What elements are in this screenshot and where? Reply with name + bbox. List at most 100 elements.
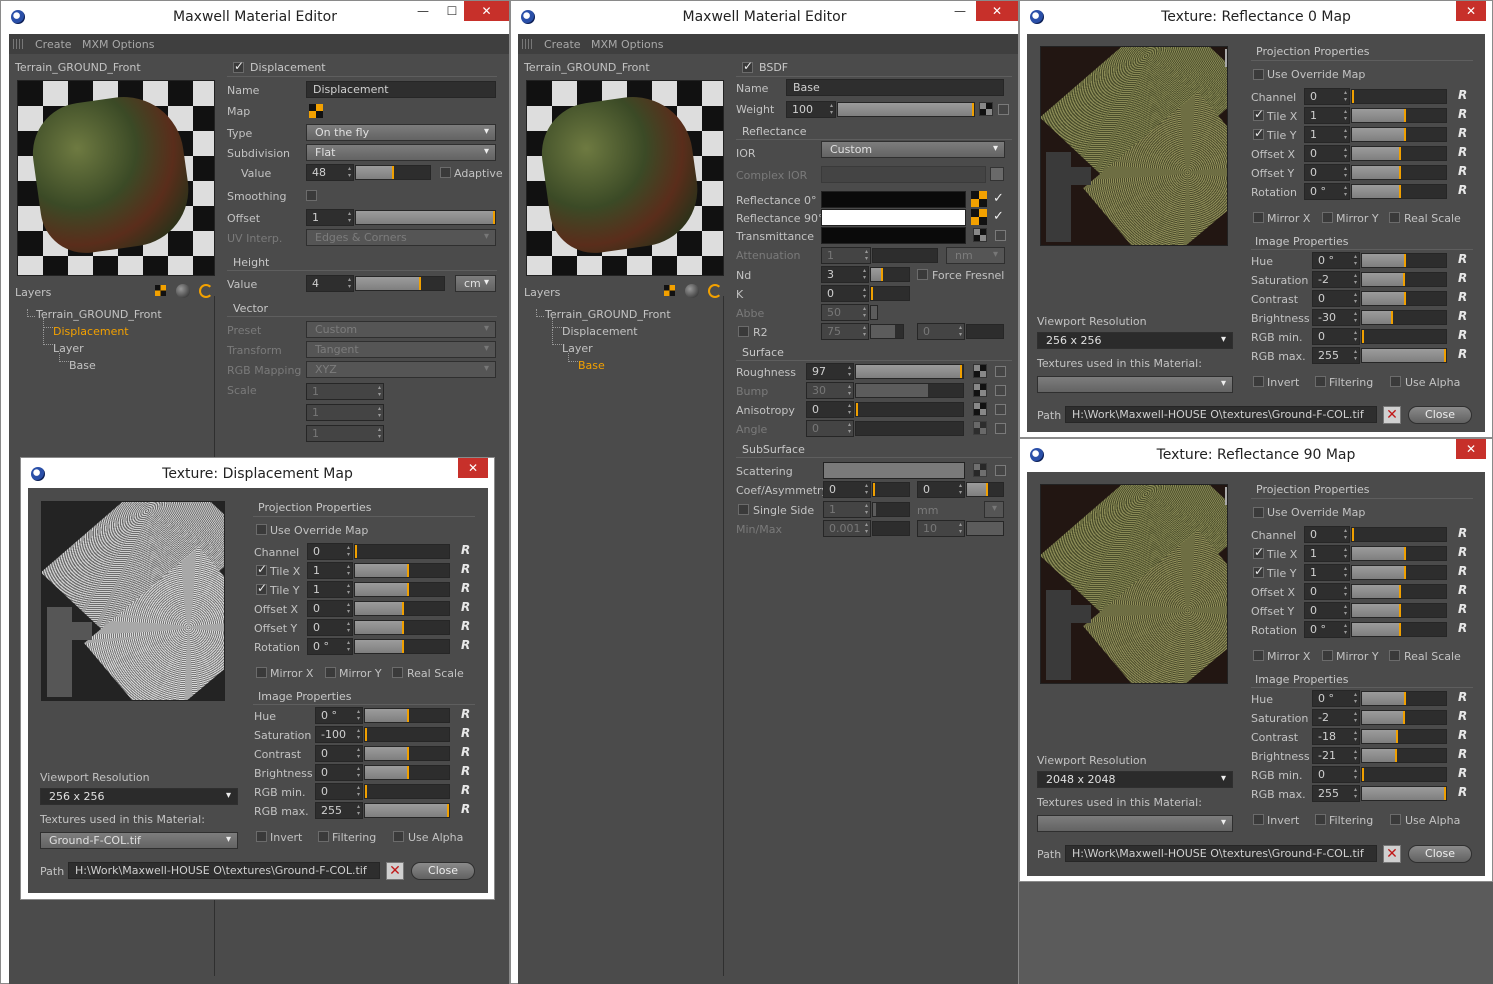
scattering-texture-button[interactable] [973,463,987,477]
height-unit-dropdown[interactable]: cm [455,275,496,292]
real-scale-checkbox[interactable] [392,667,403,678]
offset-slider[interactable] [355,210,496,225]
offset-x-spinner[interactable]: 0 [1304,145,1350,162]
mirror-y-checkbox[interactable] [1322,650,1333,661]
adaptive-checkbox[interactable] [440,167,451,178]
title-bar[interactable]: Texture: Reflectance 90 Map ✕ [1020,439,1492,469]
reflectance-0-swatch[interactable] [821,191,966,208]
use-alpha-checkbox[interactable] [1390,376,1401,387]
close-window-button[interactable]: ✕ [464,1,509,21]
rgb-max-reset-button[interactable]: R [1458,785,1467,799]
tree-item-base[interactable]: Base [69,359,96,372]
rgb-max-slider[interactable] [364,803,450,818]
rotation-reset-button[interactable]: R [1458,183,1467,197]
saturation-spinner[interactable]: -2 [1312,709,1360,726]
angle-spinner[interactable]: 0 [806,420,854,437]
viewport-resolution-dropdown[interactable]: 2048 x 2048 [1037,771,1233,788]
roughness-slider[interactable] [855,364,964,379]
filtering-checkbox[interactable] [1315,376,1326,387]
scale-z-spinner[interactable]: 1 [306,425,384,442]
transform-dropdown[interactable]: Tangent [306,341,496,358]
saturation-spinner[interactable]: -2 [1312,271,1360,288]
mirror-y-checkbox[interactable] [1322,212,1333,223]
r2-spinner-1[interactable]: 75 [821,323,869,340]
scrollbar-thumb[interactable] [1225,49,1227,67]
transmittance-swatch[interactable] [821,227,966,244]
weight-slider[interactable] [837,102,975,117]
height-value-spinner[interactable]: 4 [306,275,354,292]
use-alpha-checkbox[interactable] [1390,814,1401,825]
hue-spinner[interactable]: 0 ° [1312,252,1360,269]
refresh-icon[interactable] [199,284,213,298]
rotation-slider[interactable] [1351,622,1447,637]
displacement-enable-checkbox[interactable] [233,59,244,73]
saturation-reset-button[interactable]: R [1458,271,1467,285]
offset-y-slider[interactable] [354,620,450,635]
abbe-spinner[interactable]: 50 [821,304,869,321]
single-side-spinner[interactable]: 1 [823,501,871,518]
use-override-map-checkbox[interactable] [256,524,267,535]
close-button[interactable]: Close [411,862,475,880]
maximize-button[interactable]: ☐ [438,1,466,21]
brightness-spinner[interactable]: -21 [1312,747,1360,764]
tile-y-checkbox[interactable] [256,581,267,595]
weight-enable-checkbox[interactable] [998,104,1009,115]
tile-x-reset-button[interactable]: R [1458,545,1467,559]
brightness-slider[interactable] [364,765,450,780]
rgb-min-reset-button[interactable]: R [1458,766,1467,780]
max-spinner[interactable]: 10 [917,520,965,537]
close-button[interactable]: Close [1408,406,1472,424]
nd-slider[interactable] [870,267,910,282]
rgb-min-reset-button[interactable]: R [1458,328,1467,342]
saturation-spinner[interactable]: -100 [315,726,363,743]
path-field[interactable]: H:\Work\Maxwell-HOUSE O\textures\Ground-… [68,862,380,879]
folder-icon[interactable] [990,167,1004,181]
angle-texture-button[interactable] [973,421,987,435]
tile-x-checkbox[interactable] [256,562,267,576]
value-spinner[interactable]: 48 [306,164,354,181]
rgb-mapping-dropdown[interactable]: XYZ [306,361,496,378]
title-bar[interactable]: Texture: Displacement Map ✕ [21,458,494,486]
type-dropdown[interactable]: On the fly [306,124,496,141]
mirror-x-checkbox[interactable] [1253,650,1264,661]
clear-path-icon[interactable]: ✕ [386,862,404,880]
rotation-spinner[interactable]: 0 ° [1304,621,1350,638]
offset-x-spinner[interactable]: 0 [307,600,353,617]
rotation-reset-button[interactable]: R [1458,621,1467,635]
filtering-checkbox[interactable] [318,831,329,842]
smoothing-checkbox[interactable] [306,190,317,201]
transmittance-texture-button[interactable] [973,228,987,242]
offset-x-reset-button[interactable]: R [461,600,470,614]
single-side-unit-dropdown[interactable] [984,501,1004,518]
k-spinner[interactable]: 0 [821,285,869,302]
mirror-x-checkbox[interactable] [1253,212,1264,223]
clear-path-icon[interactable]: ✕ [1383,406,1401,424]
channel-reset-button[interactable]: R [1458,526,1467,540]
hue-slider[interactable] [364,708,450,723]
tile-x-reset-button[interactable]: R [1458,107,1467,121]
force-fresnel-checkbox[interactable] [917,269,928,280]
r2-slider-2[interactable] [966,324,1004,339]
contrast-reset-button[interactable]: R [461,745,470,759]
reflectance-90-swatch[interactable] [821,209,966,226]
single-side-slider[interactable] [872,502,910,517]
asymmetry-spinner[interactable]: 0 [917,481,965,498]
saturation-slider[interactable] [364,727,450,742]
viewport-resolution-dropdown[interactable]: 256 x 256 [1037,332,1233,349]
offset-y-reset-button[interactable]: R [1458,602,1467,616]
contrast-spinner[interactable]: 0 [1312,290,1360,307]
tile-y-slider[interactable] [1351,565,1447,580]
rotation-slider[interactable] [1351,184,1447,199]
close-window-button[interactable]: ✕ [1456,1,1486,21]
reflectance-90-texture-button[interactable] [971,209,987,225]
tile-y-slider[interactable] [354,582,450,597]
tile-y-slider[interactable] [1351,127,1447,142]
brightness-reset-button[interactable]: R [1458,747,1467,761]
textures-used-dropdown[interactable]: Ground-F-COL.tif [40,832,238,849]
map-texture-button[interactable] [309,104,323,118]
abbe-slider[interactable] [870,305,878,320]
bump-texture-button[interactable] [973,383,987,397]
offset-y-reset-button[interactable]: R [1458,164,1467,178]
rotation-slider[interactable] [354,639,450,654]
invert-checkbox[interactable] [1253,376,1264,387]
